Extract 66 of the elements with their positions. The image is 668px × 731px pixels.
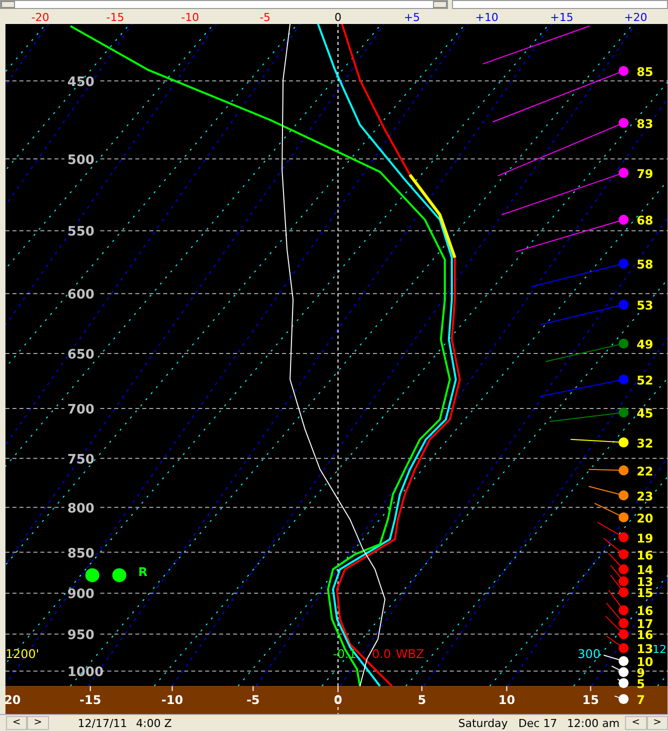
wind-speed: 22 [636, 464, 654, 478]
pressure-label: 650 [67, 348, 94, 363]
valid-time-text: 12:00 am [566, 716, 621, 730]
wind-speed: 32 [636, 436, 654, 450]
wind-speed: 53 [636, 298, 654, 313]
pressure-label: 900 [67, 587, 94, 602]
pressure-label: 800 [67, 501, 94, 516]
wind-speed: 83 [636, 116, 654, 131]
wind-speed: 49 [636, 338, 654, 352]
scrollbar[interactable] [452, 0, 668, 9]
pressure-label: 750 [67, 452, 94, 468]
date-text: 12/17/11 [78, 716, 128, 730]
wind-speed: 13 [636, 642, 654, 656]
wind-speed: 68 [636, 214, 654, 228]
wind-speed: 7 [636, 693, 645, 708]
wind-speed: 23 [636, 489, 654, 504]
pressure-label: 1000 [67, 665, 104, 680]
pressure-label: 500 [67, 152, 94, 168]
nav-button[interactable]: < [6, 716, 28, 730]
axis-label: -10 [161, 693, 184, 708]
precip-dot [112, 568, 126, 582]
valid-date-text: Dec 17 [518, 716, 558, 730]
axis-label: 5 [418, 693, 426, 708]
axis-label: -10 [181, 10, 200, 24]
chart-annotation: 0.0 [372, 647, 391, 662]
pressure-label: 850 [67, 546, 94, 562]
pressure-label: 700 [67, 402, 94, 418]
day-text: Saturday [458, 716, 509, 730]
nav-button[interactable]: > [646, 716, 668, 730]
wind-speed: 16 [636, 604, 654, 618]
axis-label: -15 [80, 693, 102, 708]
pressure-label: 950 [67, 628, 94, 644]
axis-label: 10 [498, 693, 516, 708]
wind-speed: 13 [636, 575, 654, 590]
axis-label: 15 [582, 693, 599, 708]
wind-speed: 79 [636, 166, 654, 181]
pressure-label: 600 [67, 288, 94, 303]
axis-label: +10 [475, 10, 498, 24]
chart-annotation: 1200' [5, 647, 40, 662]
wind-speed: 58 [636, 258, 654, 272]
chart-annotation: 12 [652, 643, 667, 656]
pressure-label: 550 [67, 224, 94, 240]
wind-speed: 19 [636, 531, 654, 546]
axis-label: +20 [624, 10, 648, 24]
scrollbar[interactable] [0, 0, 448, 9]
pressure-label: 450 [67, 74, 94, 90]
axis-label: -5 [260, 10, 271, 24]
axis-label: +15 [550, 10, 574, 24]
axis-label: 0 [334, 10, 342, 24]
chart-annotation: WBZ [396, 647, 424, 662]
time-text: 4:00 Z [136, 716, 173, 730]
nav-button[interactable]: < [625, 716, 647, 730]
nav-button[interactable]: > [27, 716, 49, 730]
chart-annotation: 300 [578, 647, 601, 662]
wind-speed: 52 [636, 373, 654, 388]
axis-label: +5 [404, 10, 420, 24]
wind-speed: 85 [636, 64, 654, 79]
wind-speed: 20 [636, 511, 654, 526]
axis-label: -5 [246, 693, 260, 708]
chart-annotation: R [138, 565, 148, 580]
axis-label: -15 [106, 10, 124, 24]
wind-speed: 14 [636, 563, 654, 578]
precip-dot [85, 568, 100, 582]
axis-label: -20 [31, 10, 50, 24]
wind-speed: 16 [636, 548, 654, 562]
wind-speed: 45 [636, 406, 654, 420]
